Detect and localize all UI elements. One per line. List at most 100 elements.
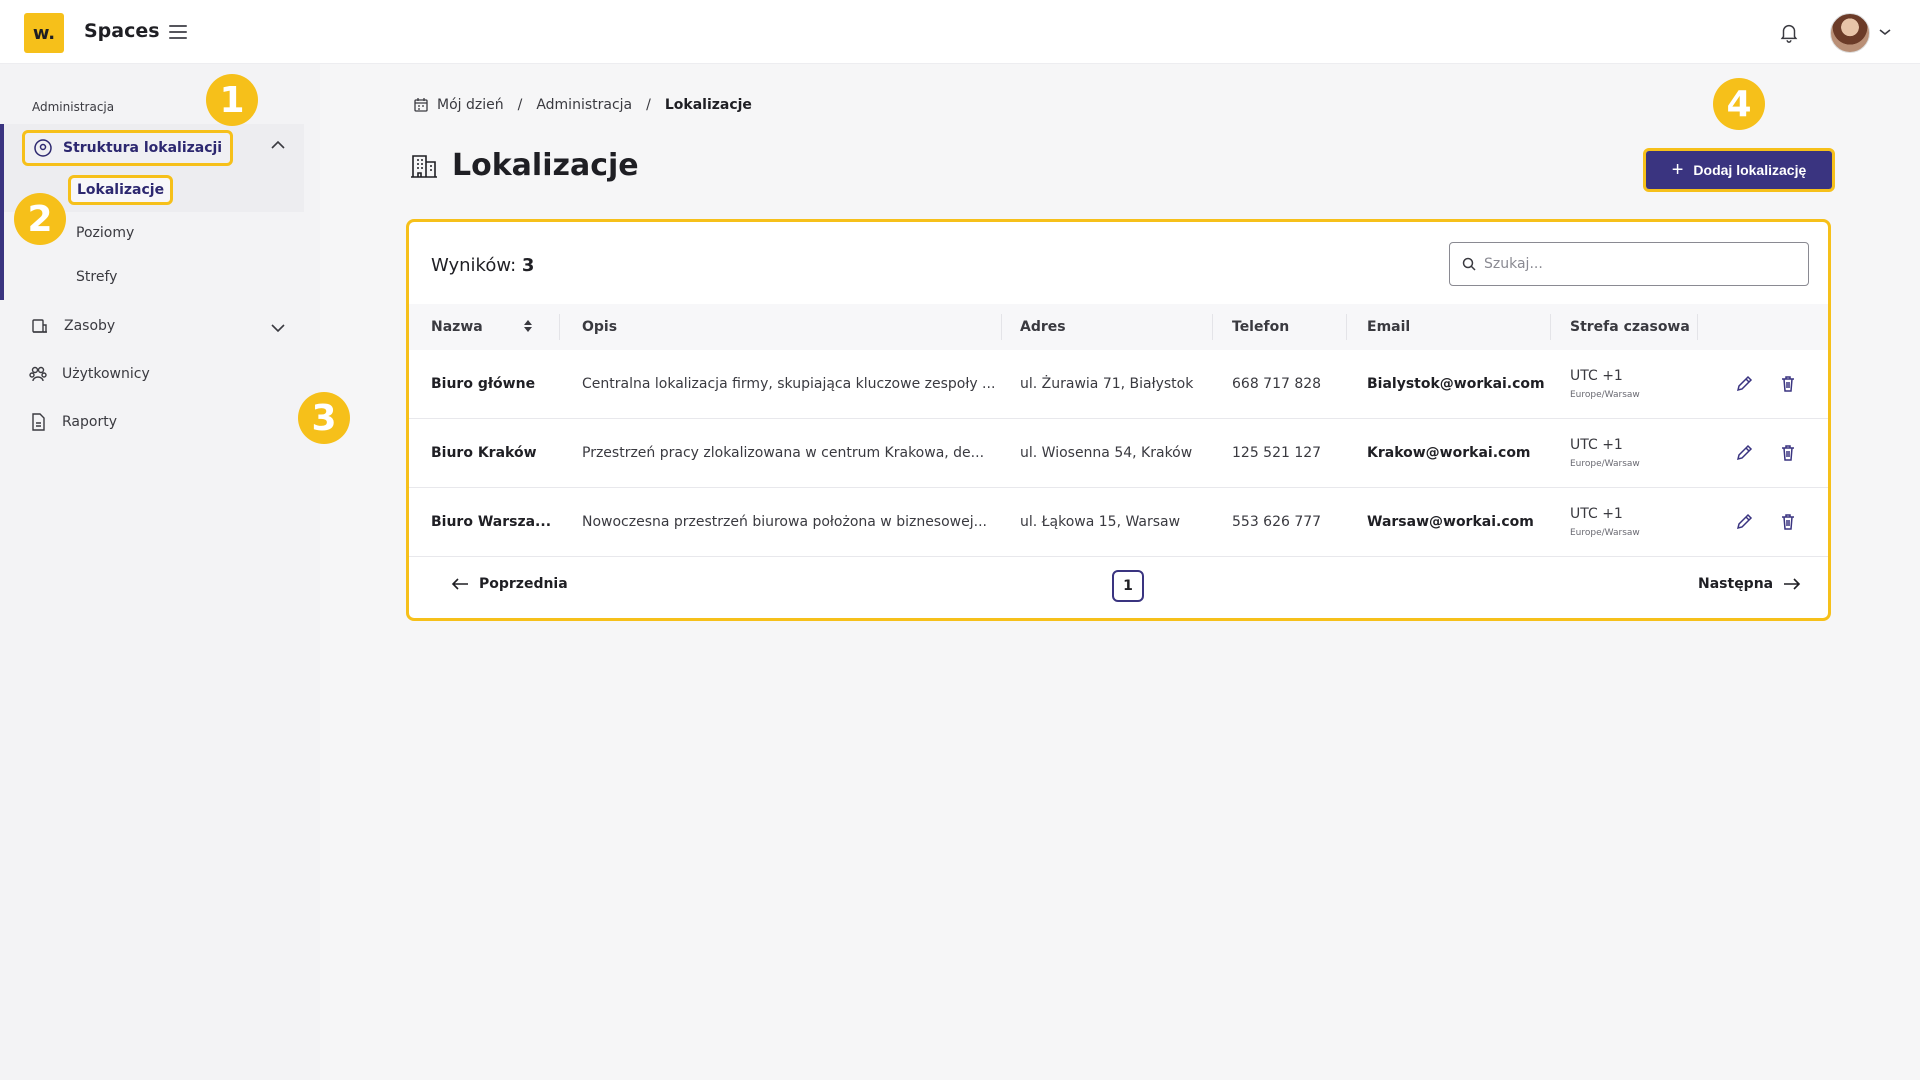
timezone-region: Europe/Warsaw xyxy=(1570,528,1640,538)
sidebar-item-resources[interactable]: Zasoby xyxy=(30,316,115,336)
sidebar-section-label: Administracja xyxy=(32,100,115,114)
pencil-icon[interactable] xyxy=(1734,443,1754,463)
cell-description: Przestrzeń pracy zlokalizowana w centrum… xyxy=(582,445,985,461)
timezone-region: Europe/Warsaw xyxy=(1570,459,1640,469)
table-row[interactable]: Biuro główne Centralna lokalizacja firmy… xyxy=(409,350,1828,419)
sidebar-item-label: Użytkownicy xyxy=(62,366,150,382)
breadcrumb-current: Lokalizacje xyxy=(664,97,752,113)
resources-icon xyxy=(32,319,47,333)
pagination-next-label: Następna xyxy=(1698,576,1774,592)
arrow-right-icon xyxy=(1784,578,1801,590)
sidebar-active-indicator xyxy=(0,124,4,300)
sidebar-item-location-structure[interactable]: Struktura lokalizacji xyxy=(22,130,234,166)
chevron-down-icon[interactable] xyxy=(270,323,286,333)
trash-icon[interactable] xyxy=(1778,443,1798,463)
timezone-offset: UTC +1 xyxy=(1570,437,1623,453)
user-avatar[interactable] xyxy=(1830,13,1870,53)
table-row[interactable]: Biuro Kraków Przestrzeń pracy zlokalizow… xyxy=(409,419,1828,488)
sidebar-item-reports[interactable]: Raporty xyxy=(28,412,117,432)
cell-name: Biuro główne xyxy=(431,376,536,392)
cell-name: Biuro Kraków xyxy=(431,445,537,461)
cell-timezone: UTC +1 Europe/Warsaw xyxy=(1570,437,1640,469)
calendar-icon xyxy=(414,98,428,112)
sidebar-item-label: Struktura lokalizacji xyxy=(63,140,223,156)
pagination-next-button[interactable]: Następna xyxy=(1698,576,1801,592)
sidebar-item-label: Zasoby xyxy=(64,318,116,334)
chevron-up-icon[interactable] xyxy=(270,140,286,150)
timezone-offset: UTC +1 xyxy=(1570,368,1623,384)
sort-icon[interactable] xyxy=(523,318,533,334)
column-header-description: Opis xyxy=(582,319,618,335)
search-box[interactable] xyxy=(1449,242,1809,286)
location-pin-icon xyxy=(34,139,52,157)
column-header-email: Email xyxy=(1367,319,1411,335)
page-title: Lokalizacje xyxy=(452,148,639,183)
trash-icon[interactable] xyxy=(1778,512,1798,532)
sidebar-item-label: Raporty xyxy=(62,414,117,430)
timezone-region: Europe/Warsaw xyxy=(1570,390,1640,400)
cell-phone: 553 626 777 xyxy=(1232,514,1322,530)
cell-address: ul. Wiosenna 54, Kraków xyxy=(1020,445,1193,461)
column-header-name[interactable]: Nazwa xyxy=(431,319,483,335)
cell-timezone: UTC +1 Europe/Warsaw xyxy=(1570,506,1640,538)
trash-icon[interactable] xyxy=(1778,374,1798,394)
cell-address: ul. Żurawia 71, Białystok xyxy=(1020,376,1194,392)
add-location-highlight: + Dodaj lokalizację xyxy=(1643,148,1835,192)
timezone-offset: UTC +1 xyxy=(1570,506,1623,522)
results-number: 3 xyxy=(521,255,535,276)
column-header-timezone: Strefa czasowa xyxy=(1570,319,1690,335)
add-location-button[interactable]: + Dodaj lokalizację xyxy=(1646,151,1832,189)
cell-timezone: UTC +1 Europe/Warsaw xyxy=(1570,368,1640,400)
bell-icon[interactable] xyxy=(1778,20,1800,44)
pagination-page-1[interactable]: 1 xyxy=(1112,570,1144,602)
cell-email: Krakow@workai.com xyxy=(1367,445,1531,461)
step-badge-3: 3 xyxy=(298,392,350,444)
app-logo[interactable]: w. xyxy=(24,13,64,53)
column-divider xyxy=(1697,314,1698,340)
column-divider xyxy=(559,314,560,340)
cell-email: Warsaw@workai.com xyxy=(1367,514,1534,530)
arrow-left-icon xyxy=(451,578,468,590)
building-icon xyxy=(411,155,437,178)
column-header-address: Adres xyxy=(1020,319,1066,335)
cell-email: Bialystok@workai.com xyxy=(1367,376,1545,392)
hamburger-icon[interactable] xyxy=(169,25,187,39)
top-bar: w. Spaces xyxy=(0,0,1920,64)
breadcrumb-separator: / xyxy=(646,97,651,113)
step-badge-4: 4 xyxy=(1713,78,1765,130)
column-divider xyxy=(1550,314,1551,340)
column-divider xyxy=(1212,314,1213,340)
plus-icon: + xyxy=(1671,159,1684,181)
cell-phone: 125 521 127 xyxy=(1232,445,1322,461)
sidebar-item-users[interactable]: Użytkownicy xyxy=(28,364,150,384)
pencil-icon[interactable] xyxy=(1734,512,1754,532)
breadcrumb-separator: / xyxy=(517,97,523,113)
pencil-icon[interactable] xyxy=(1734,374,1754,394)
step-badge-2: 2 xyxy=(14,193,66,245)
sidebar-subitem-locations[interactable]: Lokalizacje xyxy=(68,175,174,205)
step-badge-1: 1 xyxy=(206,74,258,126)
sidebar-subitem-levels[interactable]: Poziomy xyxy=(76,225,134,241)
report-icon xyxy=(32,413,45,431)
pagination-prev-label: Poprzednia xyxy=(479,576,568,592)
column-divider xyxy=(1001,314,1002,340)
column-divider xyxy=(1346,314,1347,340)
locations-table-card: Wyników: 3 Nazwa Opis Adres Telefon Emai… xyxy=(406,219,1831,621)
table-header: Nazwa Opis Adres Telefon Email Strefa cz… xyxy=(409,304,1828,350)
cell-name: Biuro Warsza... xyxy=(431,514,552,530)
pagination-prev-button[interactable]: Poprzednia xyxy=(451,576,568,592)
cell-address: ul. Łąkowa 15, Warsaw xyxy=(1020,514,1181,530)
cell-phone: 668 717 828 xyxy=(1232,376,1322,392)
breadcrumb: Mój dzień / Administracja / Lokalizacje xyxy=(413,97,752,113)
table-row[interactable]: Biuro Warsza... Nowoczesna przestrzeń bi… xyxy=(409,488,1828,557)
chevron-down-icon[interactable] xyxy=(1878,27,1892,37)
breadcrumb-item-administration[interactable]: Administracja xyxy=(536,97,632,113)
app-title: Spaces xyxy=(84,20,160,42)
results-count: Wyników: 3 xyxy=(431,255,534,276)
sidebar-subitem-zones[interactable]: Strefy xyxy=(76,269,117,285)
search-input[interactable] xyxy=(1484,243,1794,285)
add-location-label: Dodaj lokalizację xyxy=(1693,162,1807,178)
users-icon xyxy=(29,366,47,382)
breadcrumb-item-my-day[interactable]: Mój dzień xyxy=(437,97,504,113)
cell-description: Nowoczesna przestrzeń biurowa położona w… xyxy=(582,514,987,530)
